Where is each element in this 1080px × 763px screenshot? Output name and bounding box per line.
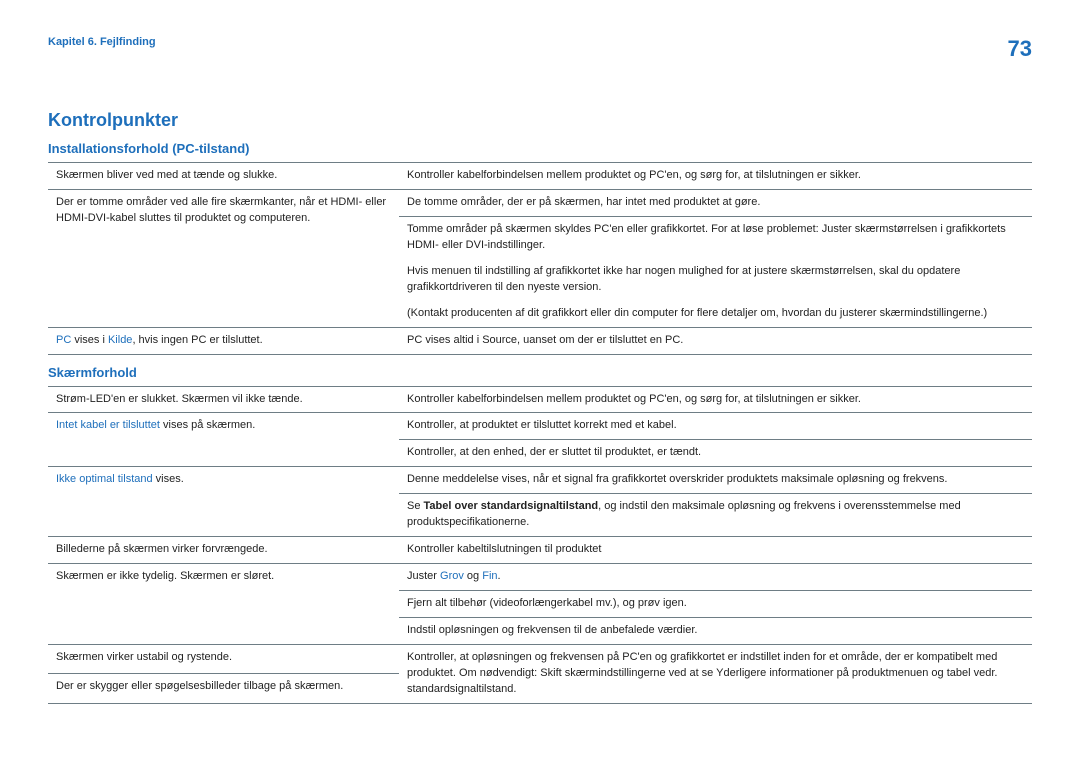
solution-cell: Juster Grov og Fin. — [399, 564, 1032, 591]
solution-cell: Fjern alt tilbehør (videoforlængerkabel … — [399, 591, 1032, 618]
solution-cell: De tomme områder, der er på skærmen, har… — [399, 189, 1032, 216]
chapter-label: Kapitel 6. Fejlfinding — [48, 36, 156, 48]
issue-cell: Skærmen er ikke tydelig. Skærmen er slør… — [48, 564, 399, 645]
section2-heading: Skærmforhold — [48, 365, 1032, 380]
page-number: 73 — [1008, 36, 1032, 62]
table-row: Intet kabel er tilsluttet vises på skærm… — [48, 413, 1032, 440]
issue-cell: PC vises i Kilde, hvis ingen PC er tilsl… — [48, 327, 399, 354]
table-row: Billederne på skærmen virker forvrængede… — [48, 537, 1032, 564]
issue-cell: Strøm-LED'en er slukket. Skærmen vil ikk… — [48, 386, 399, 413]
msg-ref: Ikke optimal tilstand — [56, 473, 153, 485]
table-row: PC vises i Kilde, hvis ingen PC er tilsl… — [48, 327, 1032, 354]
solution-cell: Kontroller kabelforbindelsen mellem prod… — [399, 386, 1032, 413]
section1-table: Skærmen bliver ved med at tænde og slukk… — [48, 162, 1032, 355]
solution-cell: PC vises altid i Source, uanset om der e… — [399, 327, 1032, 354]
fin-ref: Fin — [482, 570, 497, 582]
table-row: Skærmen er ikke tydelig. Skærmen er slør… — [48, 564, 1032, 591]
solution-cell: Denne meddelelse vises, når et signal fr… — [399, 467, 1032, 494]
header-row: Kapitel 6. Fejlfinding 73 — [48, 36, 1032, 62]
kilde-ref: Kilde — [108, 334, 132, 346]
issue-cell: Der er tomme områder ved alle fire skærm… — [48, 189, 399, 327]
issue-cell: Skærmen bliver ved med at tænde og slukk… — [48, 163, 399, 190]
issue-cell: Der er skygger eller spøgelsesbilleder t… — [48, 674, 399, 703]
section1-heading: Installationsforhold (PC-tilstand) — [48, 141, 1032, 156]
issue-cell: Billederne på skærmen virker forvrængede… — [48, 537, 399, 564]
solution-cell: Hvis menuen til indstilling af grafikkor… — [399, 259, 1032, 301]
solution-cell: (Kontakt producenten af dit grafikkort e… — [399, 301, 1032, 327]
issue-cell: Skærmen virker ustabil og rystende. — [48, 644, 399, 673]
solution-cell: Kontroller, at opløsningen og frekvensen… — [399, 644, 1032, 703]
msg-ref: Intet kabel er tilsluttet — [56, 419, 160, 431]
table-row: Strøm-LED'en er slukket. Skærmen vil ikk… — [48, 386, 1032, 413]
solution-cell: Kontroller kabelforbindelsen mellem prod… — [399, 163, 1032, 190]
pc-ref: PC — [56, 334, 71, 346]
grov-ref: Grov — [440, 570, 464, 582]
section2-table: Strøm-LED'en er slukket. Skærmen vil ikk… — [48, 386, 1032, 704]
issue-cell: Intet kabel er tilsluttet vises på skærm… — [48, 413, 399, 467]
table-row: Ikke optimal tilstand vises. Denne medde… — [48, 467, 1032, 494]
solution-cell: Indstil opløsningen og frekvensen til de… — [399, 617, 1032, 644]
table-row: Der er tomme områder ved alle fire skærm… — [48, 189, 1032, 216]
issue-cell: Ikke optimal tilstand vises. — [48, 467, 399, 537]
page-title: Kontrolpunkter — [48, 110, 1032, 131]
table-row: Skærmen bliver ved med at tænde og slukk… — [48, 163, 1032, 190]
page: Kapitel 6. Fejlfinding 73 Kontrolpunkter… — [0, 0, 1080, 763]
solution-cell: Kontroller, at den enhed, der er sluttet… — [399, 440, 1032, 467]
solution-cell: Se Tabel over standardsignaltilstand, og… — [399, 494, 1032, 537]
solution-cell: Kontroller kabeltilslutningen til produk… — [399, 537, 1032, 564]
solution-cell: Tomme områder på skærmen skyldes PC'en e… — [399, 216, 1032, 258]
table-row: Skærmen virker ustabil og rystende. Kont… — [48, 644, 1032, 673]
solution-cell: Kontroller, at produktet er tilsluttet k… — [399, 413, 1032, 440]
bold-ref: Tabel over standardsignaltilstand — [424, 500, 599, 512]
